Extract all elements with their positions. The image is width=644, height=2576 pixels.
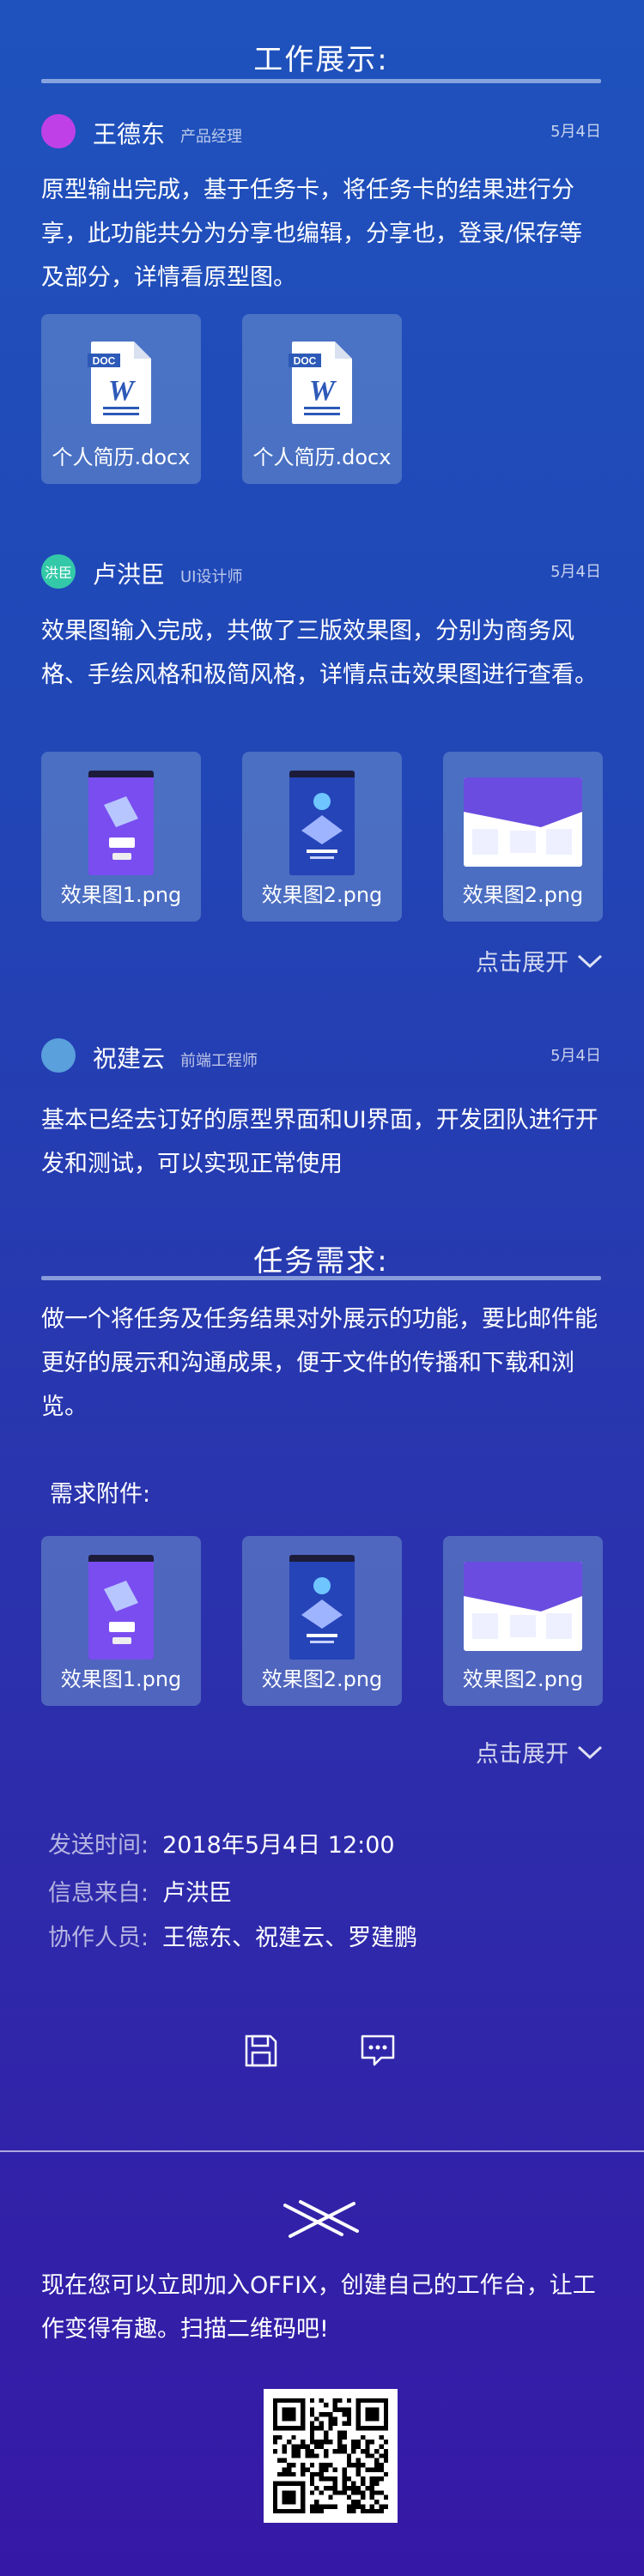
attachment-name: 效果图2.png <box>462 883 584 907</box>
post-text: 效果图输入完成，共做了三版效果图，分别为商务风格、手绘风格和极简风格，详情点击效… <box>41 618 598 688</box>
avatar[interactable]: 洪臣 <box>41 554 76 589</box>
send-time-row: 发送时间: 2018年5月4日 12:00 <box>48 1826 395 1859</box>
attachment-name: 效果图2.png <box>261 1667 383 1691</box>
attachment-image[interactable]: 效果图2.png <box>443 752 603 922</box>
mockup-thumbnail <box>464 1562 582 1651</box>
mockup-thumbnail <box>289 1555 355 1660</box>
attachment-name: 个人简历.docx <box>52 445 191 469</box>
collaborators-label: 协作人员: <box>48 1925 149 1951</box>
work-section-divider <box>41 79 601 83</box>
qr-code[interactable] <box>263 2389 398 2523</box>
attachment-name: 效果图2.png <box>261 883 383 907</box>
post-text: 基本已经去订好的原型界面和UI界面，开发团队进行开发和测试，可以实现正常使用 <box>41 1107 598 1177</box>
attachment-name: 个人简历.docx <box>252 445 392 469</box>
footer-divider <box>0 2150 644 2152</box>
source-label: 信息来自: <box>48 1880 149 1907</box>
avatar[interactable] <box>41 114 76 148</box>
attachment-name: 效果图1.png <box>60 1667 182 1691</box>
post-header: 洪臣 卢洪臣 UI设计师 5月4日 <box>41 554 601 592</box>
expand-toggle[interactable]: 点击展开 <box>476 944 603 977</box>
post-text: 原型输出完成，基于任务卡，将任务卡的结果进行分享，此功能共分为分享也编辑，分享也… <box>41 177 583 291</box>
author-role: UI设计师 <box>180 568 243 586</box>
avatar[interactable] <box>41 1038 76 1073</box>
attachment-image[interactable]: 效果图2.png <box>242 752 402 922</box>
attachment-image[interactable]: 效果图2.png <box>242 1536 402 1706</box>
attachment-file[interactable]: DOC W 个人简历.docx <box>41 314 201 484</box>
offix-logo <box>283 2200 359 2238</box>
task-section-title: 任务需求: <box>253 1244 389 1279</box>
post-date: 5月4日 <box>550 1047 601 1065</box>
word-doc-icon: DOC W <box>88 342 151 424</box>
chevron-down-icon <box>577 1745 603 1759</box>
send-time-value: 2018年5月4日 12:00 <box>162 1832 395 1859</box>
source-row: 信息来自: 卢洪臣 <box>48 1874 232 1908</box>
attachment-image[interactable]: 效果图1.png <box>41 1536 201 1706</box>
collaborators-row: 协作人员: 王德东、祝建云、罗建鹏 <box>48 1919 417 1952</box>
author-name[interactable]: 卢洪臣 <box>93 556 165 590</box>
source-value: 卢洪臣 <box>162 1880 233 1907</box>
word-doc-icon: DOC W <box>289 342 352 424</box>
attachment-name: 效果图1.png <box>60 883 182 907</box>
expand-label: 点击展开 <box>476 950 568 977</box>
expand-label: 点击展开 <box>476 1741 568 1768</box>
post-date: 5月4日 <box>550 563 601 581</box>
task-description: 做一个将任务及任务结果对外展示的功能，要比邮件能更好的展示和沟通成果，便于文件的… <box>41 1306 598 1420</box>
attachment-file[interactable]: DOC W 个人简历.docx <box>242 314 402 484</box>
post-header: 祝建云 前端工程师 5月4日 <box>41 1038 601 1076</box>
work-section-title: 工作展示: <box>253 43 389 77</box>
author-name[interactable]: 祝建云 <box>93 1040 165 1074</box>
svg-text:DOC: DOC <box>294 355 317 367</box>
author-name[interactable]: 王德东 <box>93 116 165 150</box>
footer-text: 现在您可以立即加入OFFIX，创建自己的工作台，让工作变得有趣。扫描二维码吧! <box>41 2272 596 2343</box>
post-date: 5月4日 <box>550 123 601 141</box>
mockup-thumbnail <box>289 771 355 875</box>
author-role: 前端工程师 <box>180 1052 258 1070</box>
send-time-label: 发送时间: <box>48 1832 149 1859</box>
svg-text:W: W <box>309 375 337 407</box>
mockup-thumbnail <box>464 777 582 867</box>
svg-text:W: W <box>108 375 137 407</box>
comment-icon[interactable] <box>359 2034 397 2068</box>
mockup-thumbnail <box>88 771 154 875</box>
save-icon[interactable] <box>244 2034 278 2068</box>
post-header: 王德东 产品经理 5月4日 <box>41 114 601 152</box>
mockup-thumbnail <box>88 1555 154 1660</box>
author-role: 产品经理 <box>180 128 242 146</box>
attachment-name: 效果图2.png <box>462 1667 584 1691</box>
collaborators-value: 王德东、祝建云、罗建鹏 <box>162 1925 418 1951</box>
expand-toggle[interactable]: 点击展开 <box>476 1735 603 1769</box>
svg-text:DOC: DOC <box>93 355 116 367</box>
attachments-label: 需求附件: <box>50 1481 151 1508</box>
attachment-image[interactable]: 效果图2.png <box>443 1536 603 1706</box>
task-section-divider <box>41 1276 601 1280</box>
chevron-down-icon <box>577 954 603 968</box>
attachment-image[interactable]: 效果图1.png <box>41 752 201 922</box>
